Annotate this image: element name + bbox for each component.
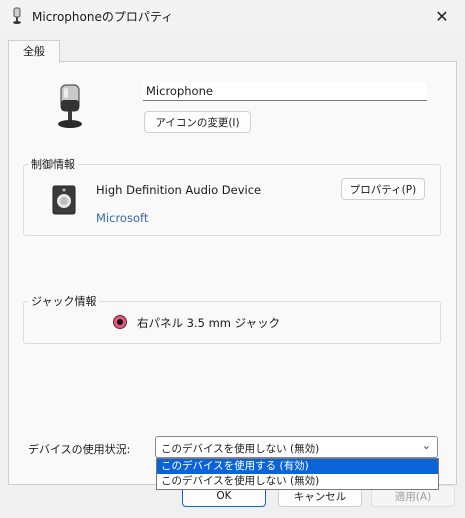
jack-info-legend: ジャック情報 (28, 293, 100, 309)
vendor-link[interactable]: Microsoft (96, 211, 148, 225)
controller-info-legend: 制御情報 (28, 156, 78, 172)
device-name-input[interactable] (143, 82, 427, 101)
properties-button[interactable]: プロパティ(P) (341, 178, 425, 200)
close-icon: ✕ (435, 6, 449, 26)
jack-location-label: 右パネル 3.5 mm ジャック (137, 316, 281, 330)
dropdown-option-disable[interactable]: このデバイスを使用しない (無効) (157, 474, 438, 489)
device-usage-dropdown-list: このデバイスを使用する (有効) このデバイスを使用しない (無効) (156, 458, 439, 490)
controller-device-name: High Definition Audio Device (96, 183, 262, 197)
speaker-icon (52, 185, 76, 215)
microphone-icon (13, 7, 21, 24)
window-title: Microphoneのプロパティ (32, 10, 174, 24)
controller-info-group (23, 164, 441, 236)
device-usage-select[interactable]: このデバイスを使用しない (無効) ⌄ (155, 436, 438, 458)
dropdown-option-enable[interactable]: このデバイスを使用する (有効) (157, 459, 438, 474)
chevron-down-icon: ⌄ (421, 439, 431, 452)
microphone-device-icon (58, 84, 82, 128)
close-button[interactable]: ✕ (419, 0, 465, 32)
device-usage-label: デバイスの使用状況: (28, 443, 131, 456)
title-bar: Microphoneのプロパティ ✕ (0, 0, 465, 32)
tab-general[interactable]: 全般 (8, 40, 60, 63)
change-icon-button[interactable]: アイコンの変更(I) (144, 111, 251, 133)
device-usage-selected-value: このデバイスを使用しない (無効) (161, 443, 320, 455)
jack-color-icon (113, 315, 127, 329)
